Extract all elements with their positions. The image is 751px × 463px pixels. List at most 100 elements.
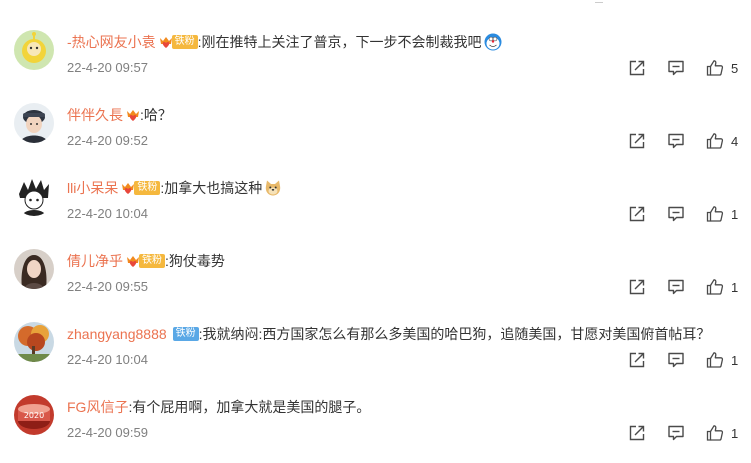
comment-timestamp: 22-4-20 09:57 [67,60,148,75]
like-count: 1 [731,206,739,222]
username-link[interactable]: 倩儿净乎 [67,250,123,272]
comment-actions: 1 [628,423,739,443]
like-button[interactable]: 1 [706,205,739,223]
comment-text-line: lli小呆呆 铁粉 :加拿大也搞这种 [67,177,282,199]
fan-badge[interactable] [126,107,140,123]
comment-icon [668,425,684,441]
like-count: 5 [731,60,739,76]
comment-button[interactable] [667,59,685,77]
username-link[interactable]: 伴伴久長 [67,104,123,126]
forward-button[interactable] [628,205,646,223]
fan-tag: 铁粉 [171,35,198,49]
comment-icon [668,279,684,295]
avatar[interactable] [14,249,54,289]
forward-button[interactable] [628,59,646,77]
thumbs-up-icon [706,279,724,295]
comment-icon [668,133,684,149]
share-icon [629,425,645,441]
comment-item: zhangyang8888 铁粉 :我就纳闷:西方国家怎么有那么多美国的哈巴狗，… [0,305,751,377]
share-icon [629,206,645,222]
share-icon [629,279,645,295]
comment-text-line: -热心网友小袁 铁粉 :刚在推特上关注了普京，下一步不会制裁我吧 [67,31,502,53]
crown-heart-icon [127,110,139,121]
comment-icon [668,60,684,76]
like-count: 1 [731,352,739,368]
avatar[interactable] [14,176,54,216]
avatar[interactable] [14,30,54,70]
forward-button[interactable] [628,424,646,442]
username-link[interactable]: FG风信子 [67,396,128,418]
crown-heart-icon [159,37,172,48]
comment-button[interactable] [667,278,685,296]
comment-actions: 1 [628,277,739,297]
thumbs-up-icon [706,206,724,222]
comment-timestamp: 22-4-20 10:04 [67,352,148,367]
thumbs-up-icon [706,352,724,368]
comment-button[interactable] [667,132,685,150]
fan-tag: 铁粉 [139,254,165,268]
comment-text-line: zhangyang8888 铁粉 :我就纳闷:西方国家怎么有那么多美国的哈巴狗，… [67,323,710,345]
comment-button[interactable] [667,351,685,369]
comment-item: 伴伴久長 :哈？ 22-4-20 09:52 4 [0,86,751,158]
comment-content: :哈？ [140,107,172,123]
fan-tag: 铁粉 [172,327,199,341]
comment-button[interactable] [667,424,685,442]
svg-text:2020: 2020 [24,411,44,420]
thumbs-up-icon [706,133,724,149]
like-button[interactable]: 1 [706,424,739,442]
like-button[interactable]: 4 [706,132,739,150]
like-count: 4 [731,133,739,149]
comment-actions: 4 [628,131,739,151]
comment-text-line: 伴伴久長 :哈？ [67,104,172,126]
comment-text-line: FG风信子 :有个屁用啊，加拿大就是美国的腿子。 [67,396,370,418]
thumbs-up-icon [706,425,724,441]
fan-badge[interactable]: 铁粉 [126,253,165,269]
username-link[interactable]: lli小呆呆 [67,177,118,199]
like-button[interactable]: 5 [706,59,739,77]
comment-list: -热心网友小袁 铁粉 :刚在推特上关注了普京，下一步不会制裁我吧 22-4-20… [0,0,751,463]
comment-content: :加拿大也搞这种 [160,180,263,196]
fan-badge[interactable]: 铁粉 [170,326,199,342]
comment-timestamp: 22-4-20 09:52 [67,133,148,148]
fan-badge[interactable]: 铁粉 [159,34,198,50]
comment-content: :我就纳闷:西方国家怎么有那么多美国的哈巴狗，追随美国，甘愿对美国俯首帖耳？ [198,326,711,342]
doraemon-emoji-icon [484,33,502,51]
share-icon [629,133,645,149]
comment-text-line: 倩儿净乎 铁粉 :狗仗毒势 [67,250,225,272]
username-link[interactable]: -热心网友小袁 [67,31,156,53]
avatar[interactable] [14,322,54,362]
comment-content: :刚在推特上关注了普京，下一步不会制裁我吧 [197,34,482,50]
avatar[interactable]: 2020 [14,395,54,435]
comment-content: :有个屁用啊，加拿大就是美国的腿子。 [128,399,371,415]
comment-timestamp: 22-4-20 09:59 [67,425,148,440]
comment-icon [668,206,684,222]
crown-heart-icon [122,183,135,194]
forward-button[interactable] [628,351,646,369]
like-button[interactable]: 1 [706,351,739,369]
comment-timestamp: 22-4-20 10:04 [67,206,148,221]
doge-emoji-icon [266,180,281,196]
like-count: 1 [731,279,739,295]
share-icon [629,352,645,368]
share-icon [629,60,645,76]
comment-icon [668,352,684,368]
fan-tag: 铁粉 [134,181,161,195]
comment-item: -热心网友小袁 铁粉 :刚在推特上关注了普京，下一步不会制裁我吧 22-4-20… [0,13,751,85]
comment-actions: 1 [628,350,739,370]
comment-timestamp: 22-4-20 09:55 [67,279,148,294]
top-edge-fragment [595,0,603,3]
forward-button[interactable] [628,278,646,296]
comment-actions: 5 [628,58,739,78]
comment-content: :狗仗毒势 [165,253,225,269]
thumbs-up-icon [706,60,724,76]
fan-badge[interactable]: 铁粉 [121,180,161,196]
crown-heart-icon [127,256,139,267]
forward-button[interactable] [628,132,646,150]
comment-item: 2020 FG风信子 :有个屁用啊，加拿大就是美国的腿子。 22-4-20 09… [0,378,751,450]
like-button[interactable]: 1 [706,278,739,296]
like-count: 1 [731,425,739,441]
avatar[interactable] [14,103,54,143]
comment-item: lli小呆呆 铁粉 :加拿大也搞这种 22-4-20 10:04 1 [0,159,751,231]
comment-button[interactable] [667,205,685,223]
username-link[interactable]: zhangyang8888 [67,323,167,345]
